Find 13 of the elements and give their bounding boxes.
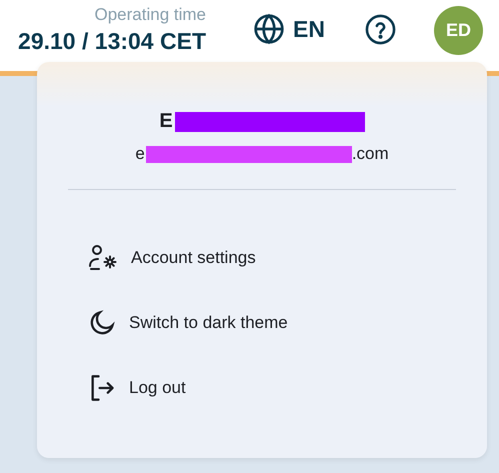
email-domain: .com (352, 144, 389, 164)
menu-item[interactable]: Switch to dark theme (88, 302, 487, 344)
menu-item[interactable]: Account settings (88, 237, 487, 279)
operating-time: 29.10 / 13:04 CET (18, 28, 206, 55)
language-button[interactable]: EN (253, 13, 325, 45)
user-gear-icon (88, 244, 118, 272)
operating-time-label: Operating time (94, 5, 206, 25)
globe-icon (253, 13, 285, 45)
moon-icon (88, 309, 116, 337)
user-name: E (159, 110, 173, 133)
email-start: e (135, 144, 145, 164)
menu-item[interactable]: Log out (88, 367, 487, 409)
help-icon[interactable] (364, 14, 396, 45)
